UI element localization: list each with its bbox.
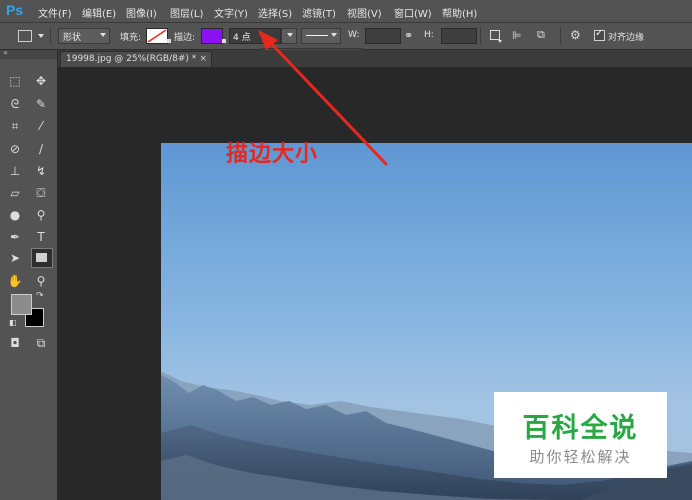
no-fill-icon bbox=[147, 29, 167, 43]
panel-collapse-grip[interactable]: « bbox=[0, 48, 57, 59]
stroke-menu-icon[interactable] bbox=[222, 39, 226, 43]
clone-stamp-tool-icon[interactable]: ⊥ bbox=[5, 162, 25, 180]
menu-select[interactable]: 选择(S) bbox=[258, 5, 292, 20]
stroke-type-dropdown[interactable] bbox=[301, 28, 341, 44]
checkmark-icon: ✓ bbox=[595, 28, 604, 39]
chevron-down-icon bbox=[287, 33, 293, 37]
menu-window[interactable]: 窗口(W) bbox=[394, 5, 432, 20]
tool-mode-dropdown[interactable]: 形状 bbox=[58, 28, 110, 44]
quick-mask-icon[interactable]: ◘ bbox=[5, 334, 25, 352]
menu-layer[interactable]: 图层(L) bbox=[170, 5, 203, 20]
menu-type[interactable]: 文字(Y) bbox=[214, 5, 248, 20]
menu-bar: Ps 文件(F) 编辑(E) 图像(I) 图层(L) 文字(Y) 选择(S) 滤… bbox=[0, 0, 692, 23]
menu-image[interactable]: 图像(I) bbox=[126, 5, 157, 20]
watermark-logo: 百科全说 助你轻松解决 bbox=[494, 392, 667, 478]
divider bbox=[50, 27, 51, 44]
foreground-color-swatch[interactable] bbox=[11, 294, 32, 315]
menu-file[interactable]: 文件(F) bbox=[38, 5, 72, 20]
stroke-size-dropdown[interactable] bbox=[281, 28, 297, 44]
width-label: W: bbox=[348, 30, 360, 40]
marquee-tool-icon[interactable]: ⬚ bbox=[5, 72, 25, 90]
annotation-label: 描边大小 bbox=[226, 142, 319, 167]
swap-colors-icon[interactable]: ↷ bbox=[36, 291, 44, 301]
preset-chevron-down-icon[interactable] bbox=[38, 34, 44, 38]
align-edges-checkbox[interactable]: ✓ bbox=[594, 28, 605, 41]
divider bbox=[560, 27, 561, 44]
options-bar: 形状 填充: 描边: 4 点 W: ⚭ H: ⊫ ⧉ ⚙ ✓ 对齐边缘 bbox=[0, 23, 692, 50]
brush-tool-icon[interactable]: ∕ bbox=[31, 140, 51, 158]
document-tab[interactable]: 19998.jpg @ 25%(RGB/8#) * × bbox=[60, 51, 212, 68]
height-input[interactable] bbox=[441, 28, 477, 44]
photoshop-logo: Ps bbox=[6, 2, 24, 18]
default-colors-icon[interactable]: ◧ bbox=[9, 318, 17, 327]
watermark-title: 百科全说 bbox=[522, 413, 639, 444]
rectangle-tool-preset-icon[interactable] bbox=[18, 30, 32, 42]
type-tool-icon[interactable]: T bbox=[31, 228, 51, 246]
link-icon[interactable]: ⚭ bbox=[404, 30, 413, 42]
blur-tool-icon[interactable]: ● bbox=[5, 206, 25, 224]
quick-selection-tool-icon[interactable]: ✎ bbox=[31, 95, 51, 113]
tool-mode-value: 形状 bbox=[63, 33, 82, 43]
zoom-tool-icon[interactable]: ⚲ bbox=[31, 272, 51, 290]
spot-healing-tool-icon[interactable]: ⊘ bbox=[5, 140, 25, 158]
solid-line-icon bbox=[306, 35, 328, 36]
document-tab-label: 19998.jpg @ 25%(RGB/8#) * bbox=[66, 54, 197, 64]
path-arrangement-icon[interactable]: ⧉ bbox=[537, 29, 545, 41]
path-alignment-icon[interactable]: ⊫ bbox=[512, 30, 522, 42]
hand-tool-icon[interactable]: ✋ bbox=[5, 272, 25, 290]
gear-icon[interactable]: ⚙ bbox=[570, 29, 581, 41]
path-operations-icon[interactable] bbox=[490, 30, 500, 40]
pen-tool-icon[interactable]: ✒ bbox=[5, 228, 25, 246]
double-chevron-icon: « bbox=[3, 48, 8, 57]
menu-help[interactable]: 帮助(H) bbox=[442, 5, 477, 20]
lasso-tool-icon[interactable]: ᘓ bbox=[5, 95, 25, 113]
divider bbox=[480, 27, 481, 44]
menu-view[interactable]: 视图(V) bbox=[347, 5, 382, 20]
crop-tool-icon[interactable]: ⌗ bbox=[5, 117, 25, 135]
eraser-tool-icon[interactable]: ▱ bbox=[5, 184, 25, 202]
rectangle-tool-icon[interactable] bbox=[31, 248, 53, 268]
chevron-down-icon bbox=[498, 40, 502, 43]
rectangle-shape-glyph bbox=[36, 253, 47, 262]
stroke-size-input[interactable]: 4 点 bbox=[229, 28, 281, 44]
watermark-subtitle: 助你轻松解决 bbox=[529, 448, 632, 466]
screen-mode-icon[interactable]: ⧉ bbox=[31, 334, 51, 352]
eyedropper-tool-icon[interactable]: ⁄ bbox=[31, 117, 51, 135]
menu-filter[interactable]: 滤镜(T) bbox=[302, 5, 336, 20]
paint-bucket-tool-icon[interactable]: ⛋ bbox=[31, 184, 51, 202]
stroke-label: 描边: bbox=[174, 33, 196, 43]
align-edges-label: 对齐边缘 bbox=[608, 33, 645, 43]
fill-swatch[interactable] bbox=[146, 28, 168, 44]
chevron-down-icon bbox=[100, 33, 106, 37]
dodge-tool-icon[interactable]: ⚲ bbox=[31, 206, 51, 224]
fill-menu-icon[interactable] bbox=[167, 39, 171, 43]
path-selection-tool-icon[interactable]: ➤ bbox=[5, 249, 25, 267]
history-brush-tool-icon[interactable]: ↯ bbox=[31, 162, 51, 180]
stroke-size-value: 4 点 bbox=[233, 33, 251, 43]
fill-label: 填充: bbox=[120, 33, 142, 43]
width-input[interactable] bbox=[365, 28, 401, 44]
close-icon[interactable]: × bbox=[199, 54, 207, 64]
move-tool-icon[interactable]: ✥ bbox=[31, 72, 51, 90]
chevron-down-icon bbox=[331, 33, 337, 37]
stroke-color-swatch[interactable] bbox=[201, 28, 223, 44]
height-label: H: bbox=[424, 30, 434, 40]
menu-edit[interactable]: 编辑(E) bbox=[82, 5, 116, 20]
